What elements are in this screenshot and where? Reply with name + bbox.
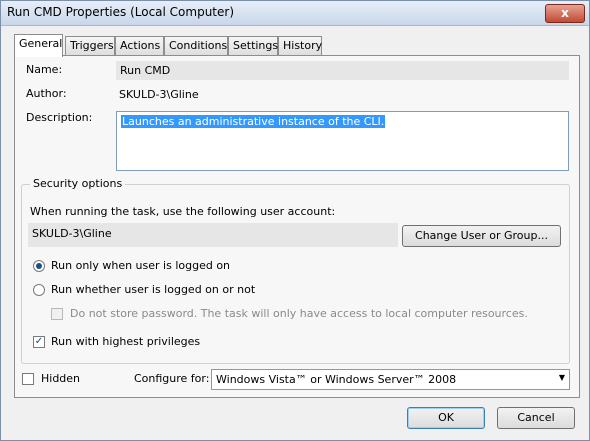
user-account-value: SKULD-3\Gline [32, 227, 112, 240]
tab-label: Settings [233, 39, 279, 52]
change-user-button[interactable]: Change User or Group... [402, 225, 561, 247]
cancel-button[interactable]: Cancel [497, 407, 575, 429]
security-options-title: Security options [30, 177, 126, 190]
tab-history[interactable]: History [278, 36, 322, 55]
run-whether-logged-on-label[interactable]: Run whether user is logged on or not [51, 283, 255, 296]
security-options-group: Security options When running the task, … [21, 177, 570, 364]
run-logged-on-radio[interactable] [33, 260, 45, 272]
highest-privileges-label[interactable]: Run with highest privileges [51, 335, 200, 348]
author-label: Author: [26, 87, 67, 100]
configure-for-label: Configure for: [134, 372, 210, 385]
tab-settings[interactable]: Settings [228, 36, 278, 55]
name-field[interactable]: Run CMD [116, 61, 569, 80]
hidden-checkbox[interactable] [22, 373, 34, 385]
user-account-field: SKULD-3\Gline [28, 223, 398, 247]
author-value: SKULD-3\Gline [119, 88, 199, 101]
close-icon: x [561, 6, 569, 20]
run-whether-logged-on-radio[interactable] [33, 284, 45, 296]
chevron-down-icon: ▼ [558, 373, 565, 382]
window-title: Run CMD Properties (Local Computer) [7, 5, 235, 19]
highest-privileges-checkbox[interactable]: ✓ [33, 336, 45, 348]
tab-label: Triggers [70, 39, 114, 52]
tab-general[interactable]: General [14, 34, 63, 57]
tab-label: History [283, 39, 323, 52]
description-value: Launches an administrative instance of t… [121, 115, 386, 128]
hidden-label[interactable]: Hidden [41, 372, 80, 385]
name-label: Name: [26, 63, 63, 76]
tab-triggers[interactable]: Triggers [65, 36, 115, 55]
name-value: Run CMD [120, 64, 171, 77]
description-field[interactable]: Launches an administrative instance of t… [116, 111, 569, 171]
run-logged-on-label[interactable]: Run only when user is logged on [51, 259, 230, 272]
no-store-password-checkbox[interactable] [51, 308, 63, 320]
tab-label: General [19, 37, 63, 50]
ok-button[interactable]: OK [407, 407, 485, 429]
title-bar[interactable]: Run CMD Properties (Local Computer) x [1, 1, 589, 26]
radio-selected-dot [36, 263, 42, 269]
no-store-password-label: Do not store password. The task will onl… [70, 307, 528, 320]
tab-label: Conditions [169, 39, 228, 52]
tab-actions[interactable]: Actions [115, 36, 164, 55]
tab-conditions[interactable]: Conditions [164, 36, 228, 55]
close-button[interactable]: x [545, 4, 585, 23]
account-prompt: When running the task, use the following… [30, 205, 336, 218]
configure-for-dropdown[interactable]: Windows Vista™ or Windows Server™ 2008 ▼ [211, 369, 570, 390]
description-label: Description: [26, 111, 93, 124]
tab-label: Actions [120, 39, 161, 52]
configure-for-value: Windows Vista™ or Windows Server™ 2008 [216, 373, 457, 386]
general-tab-panel: Name: Run CMD Author: SKULD-3\Gline Desc… [14, 55, 580, 398]
properties-dialog: Run CMD Properties (Local Computer) x Ge… [0, 0, 590, 441]
